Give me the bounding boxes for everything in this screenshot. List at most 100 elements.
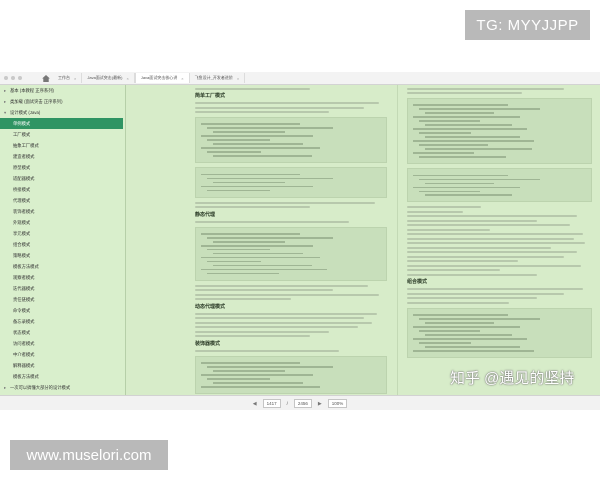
watermark-text: 知乎 @遇见的坚持 [450, 370, 575, 387]
toc-item[interactable]: 工厂模式 [0, 129, 125, 140]
toc-item-label: 命令模式 [13, 308, 31, 313]
text-line [195, 206, 311, 209]
maximize-window-icon[interactable] [18, 76, 22, 80]
text-line [195, 326, 359, 329]
text-line [407, 219, 537, 222]
window-controls [0, 76, 42, 80]
text-line [407, 301, 509, 304]
text-line [195, 289, 334, 292]
toc-item[interactable]: ▾ 设计模式 (Java) [0, 107, 125, 118]
text-line [407, 251, 578, 254]
toc-item[interactable]: ▸ 基本 (本教程 正序系列) [0, 85, 125, 96]
document-page-right[interactable]: 组合模式 [407, 85, 592, 395]
toc-item[interactable]: 中介者模式 [0, 349, 125, 360]
toc-item[interactable]: 模板方法模式 [0, 261, 125, 272]
text-line [407, 224, 570, 227]
minimize-window-icon[interactable] [11, 76, 15, 80]
code-block [407, 98, 592, 165]
toc-item[interactable]: ▸ 类加载 (面试突击 正序系列) [0, 96, 125, 107]
text-line [195, 102, 380, 104]
code-block [195, 226, 387, 281]
text-line [407, 242, 585, 245]
text-line [407, 87, 565, 90]
next-page-button[interactable]: ▶ [318, 401, 322, 407]
tab-item[interactable]: 工作台 × [53, 73, 83, 83]
toc-item[interactable]: 适配器模式 [0, 173, 125, 184]
tab-close-icon[interactable]: × [237, 76, 239, 81]
toc-item-label: 迭代器模式 [13, 286, 35, 291]
text-line [407, 246, 552, 249]
text-line [195, 220, 349, 223]
toc-item[interactable]: 观察者模式 [0, 272, 125, 283]
tab-close-icon[interactable]: × [74, 76, 76, 81]
text-line [195, 111, 330, 113]
toc-item-label: 责任链模式 [13, 297, 35, 302]
tab-item[interactable]: 飞鱼设计_开发者进阶 × [190, 73, 246, 83]
text-line [407, 206, 481, 209]
code-block [195, 167, 387, 198]
toc-item-label: 享元模式 [13, 231, 31, 236]
tab-item[interactable]: Java面试突击核心讲 × [134, 73, 190, 83]
text-line [195, 349, 339, 352]
text-line [407, 233, 583, 236]
toc-item-label: 策略模式 [13, 253, 31, 258]
toc-item[interactable]: 装饰者模式 [0, 206, 125, 217]
text-line [195, 106, 364, 109]
home-icon[interactable] [42, 74, 50, 82]
toc-item-label: 模板方法模式 [13, 374, 39, 379]
toc-item[interactable]: 解释器模式 [0, 360, 125, 371]
toc-item[interactable]: 建造者模式 [0, 151, 125, 162]
toc-item[interactable]: 迭代器模式 [0, 283, 125, 294]
site-badge: www.muselori.com [10, 440, 168, 470]
toc-item[interactable]: 抽象工厂模式 [0, 140, 125, 151]
toc-item[interactable]: 桥接模式 [0, 184, 125, 195]
close-window-icon[interactable] [4, 76, 8, 80]
text-line [407, 273, 537, 276]
toc-item[interactable]: 代理模式 [0, 195, 125, 206]
tab-label: 工作台 [58, 75, 70, 80]
toc-item[interactable]: 访问者模式 [0, 338, 125, 349]
section-heading: 组合模式 [407, 279, 428, 286]
toc-item[interactable]: 享元模式 [0, 228, 125, 239]
text-line [195, 284, 368, 287]
status-bar: ◀ 1417 / 2456 ▶ 100% [0, 395, 600, 410]
tab-item[interactable]: Java面试突击(最新) × [82, 73, 135, 83]
toc-sidebar: ▸ 基本 (本教程 正序系列) ▸ 类加载 (面试突击 正序系列) ▾ 设计模式 (Jav… [0, 85, 126, 395]
toc-item-label: 适配器模式 [13, 176, 35, 181]
toc-item[interactable]: 模板方法模式 [0, 371, 125, 382]
current-page-field[interactable]: 1417 [262, 399, 281, 408]
toc-item[interactable]: 外观模式 [0, 217, 125, 228]
prev-page-button[interactable]: ◀ [253, 401, 257, 407]
tab-close-icon[interactable]: × [181, 76, 183, 81]
toc-item-label: 装饰者模式 [13, 209, 35, 214]
toc-item-label: 原型模式 [13, 165, 31, 170]
tab-label: Java面试突击核心讲 [140, 75, 178, 80]
text-line [195, 312, 378, 315]
toc-item[interactable]: ▸ 一次可以搞懂大部分的设计模式 [0, 382, 125, 393]
toc-item[interactable]: 单例模式 [0, 118, 123, 129]
page-separator: / [286, 401, 288, 406]
toc-item-label: 外观模式 [13, 220, 31, 225]
toc-item[interactable]: 状态模式 [0, 327, 125, 338]
toc-item[interactable]: 原型模式 [0, 162, 125, 173]
toc-item-label: 备忘录模式 [13, 319, 35, 324]
toc-item[interactable]: 组合模式 [0, 239, 125, 250]
text-line [195, 321, 372, 324]
text-line [407, 215, 578, 218]
tab-bar: 工作台 × Java面试突击(最新) × Java面试突击核心讲 × 飞鱼设计_开发者进阶 × [0, 72, 600, 85]
toc-item-label: 代理模式 [13, 198, 31, 203]
section-heading: 动态代理模式 [195, 303, 226, 310]
zoom-select[interactable]: 100% [327, 399, 348, 408]
document-page-left[interactable]: 简单工厂模式 静态代理 动态代理模式 装饰器模式 [195, 85, 387, 395]
text-line [195, 335, 311, 338]
toc-item[interactable]: 责任链模式 [0, 294, 125, 305]
text-line [407, 255, 565, 258]
tab-label: 飞鱼设计_开发者进阶 [194, 75, 233, 80]
toc-item[interactable]: 备忘录模式 [0, 316, 125, 327]
toc-item[interactable]: 策略模式 [0, 250, 125, 261]
section-heading: 装饰器模式 [195, 340, 221, 347]
toc-item[interactable]: 命令模式 [0, 305, 125, 316]
toc-item-label: 组合模式 [13, 242, 31, 247]
text-line [195, 87, 311, 90]
tab-close-icon[interactable]: × [126, 76, 128, 81]
